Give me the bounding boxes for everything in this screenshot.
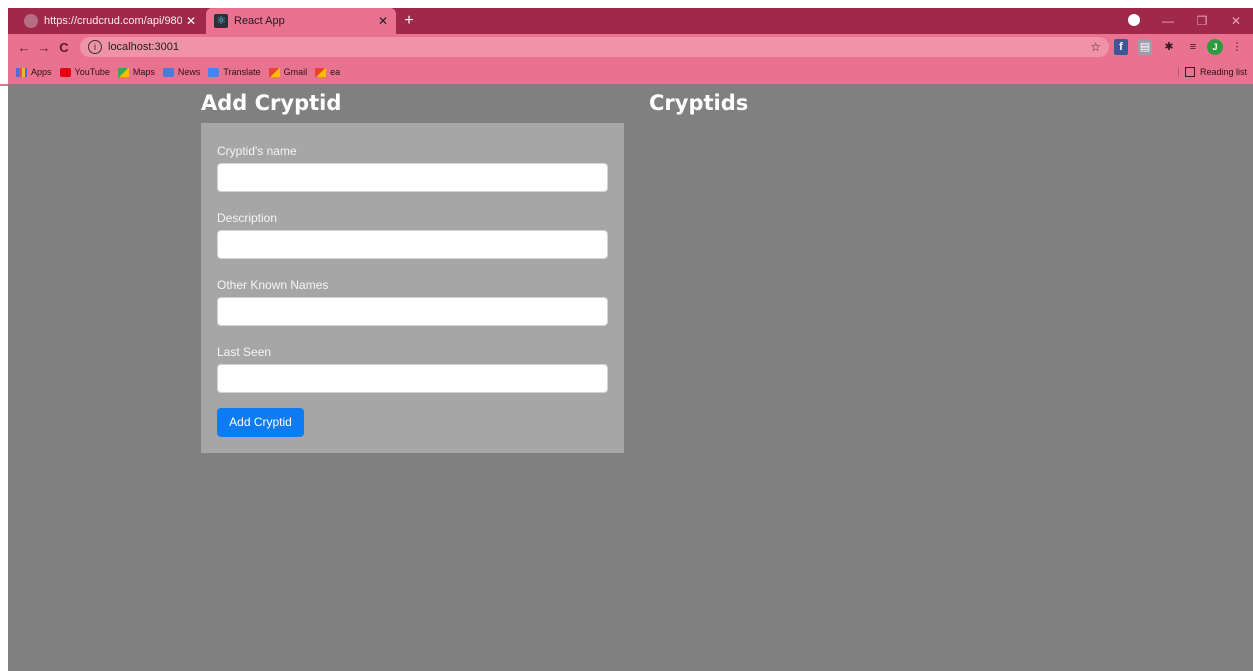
name-label: Cryptid's name xyxy=(217,144,297,158)
info-icon[interactable]: i xyxy=(88,40,102,54)
profile-avatar[interactable]: J xyxy=(1207,39,1223,55)
bookmarks-bar: Apps YouTube Maps News Translate Gmail e… xyxy=(8,60,1253,84)
media-queue-icon[interactable]: ≡ xyxy=(1183,39,1203,55)
tab-title: React App xyxy=(234,15,285,27)
url-text[interactable]: localhost:3001 xyxy=(108,41,179,53)
gmail-icon xyxy=(315,67,327,77)
bookmark-ea[interactable]: ea xyxy=(315,67,340,77)
last-seen-label: Last Seen xyxy=(217,345,272,359)
kebab-menu-icon[interactable]: ⋮ xyxy=(1227,39,1247,55)
bookmark-translate[interactable]: Translate xyxy=(208,67,261,77)
description-input[interactable] xyxy=(217,230,608,259)
reading-list-icon xyxy=(1184,67,1195,77)
reading-list-button[interactable]: Reading list xyxy=(1177,67,1247,77)
news-icon xyxy=(162,67,174,77)
page-edge xyxy=(0,86,8,671)
page-viewport: Add Cryptid Cryptids Cryptid's name Desc… xyxy=(0,84,1253,671)
bookmark-star-icon[interactable]: ☆ xyxy=(1090,40,1101,54)
translate-icon xyxy=(208,67,220,77)
apps-grid-icon xyxy=(16,67,27,77)
add-cryptid-heading: Add Cryptid xyxy=(201,91,342,115)
browser-window: https://crudcrud.com/api/9808c8 ✕ ⚛ Reac… xyxy=(0,8,1253,671)
tab-title: https://crudcrud.com/api/9808c8 xyxy=(44,15,182,27)
tab-react-app[interactable]: ⚛ React App ✕ xyxy=(206,8,396,34)
tab-bar: https://crudcrud.com/api/9808c8 ✕ ⚛ Reac… xyxy=(8,8,1253,34)
restore-icon[interactable]: ❐ xyxy=(1185,14,1219,28)
close-icon[interactable]: ✕ xyxy=(182,14,200,28)
close-window-icon[interactable]: ✕ xyxy=(1219,14,1253,28)
react-icon: ⚛ xyxy=(214,14,228,28)
close-icon[interactable]: ✕ xyxy=(374,14,392,28)
last-seen-input[interactable] xyxy=(217,364,608,393)
back-arrow-icon[interactable]: ← xyxy=(14,40,34,55)
other-names-input[interactable] xyxy=(217,297,608,326)
address-toolbar: ← → C i localhost:3001 ☆ f ▤ ✱ ≡ J ⋮ xyxy=(8,34,1253,60)
bookmark-apps[interactable]: Apps xyxy=(16,67,52,77)
forward-arrow-icon[interactable]: → xyxy=(34,40,54,55)
maps-icon xyxy=(117,67,129,77)
address-bar[interactable]: i localhost:3001 ☆ xyxy=(80,37,1109,57)
bookmark-maps[interactable]: Maps xyxy=(117,67,155,77)
tab-crudcrud[interactable]: https://crudcrud.com/api/9808c8 ✕ xyxy=(16,8,204,34)
add-cryptid-button[interactable]: Add Cryptid xyxy=(217,408,304,437)
extensions-area: f ▤ ✱ ≡ J ⋮ xyxy=(1109,39,1249,55)
reload-icon[interactable]: C xyxy=(54,40,74,55)
new-tab-button[interactable]: + xyxy=(398,10,420,32)
profile-menu-icon[interactable] xyxy=(1117,13,1151,29)
bookmark-news[interactable]: News xyxy=(162,67,200,77)
minimize-icon[interactable]: — xyxy=(1151,14,1185,28)
extension-icon[interactable]: ▤ xyxy=(1138,39,1152,55)
window-controls: — ❐ ✕ xyxy=(1117,8,1253,34)
gmail-icon xyxy=(268,67,280,77)
bookmark-youtube[interactable]: YouTube xyxy=(59,67,110,77)
youtube-icon xyxy=(59,67,71,77)
add-cryptid-form: Cryptid's name Description Other Known N… xyxy=(201,123,624,453)
other-names-label: Other Known Names xyxy=(217,278,329,292)
top-strip xyxy=(0,0,1253,8)
facebook-extension-icon[interactable]: f xyxy=(1114,39,1128,55)
description-label: Description xyxy=(217,211,278,225)
bookmark-gmail[interactable]: Gmail xyxy=(268,67,307,77)
cryptids-heading: Cryptids xyxy=(649,91,749,115)
globe-icon xyxy=(24,14,38,28)
puzzle-extensions-icon[interactable]: ✱ xyxy=(1159,39,1179,55)
name-input[interactable] xyxy=(217,163,608,192)
